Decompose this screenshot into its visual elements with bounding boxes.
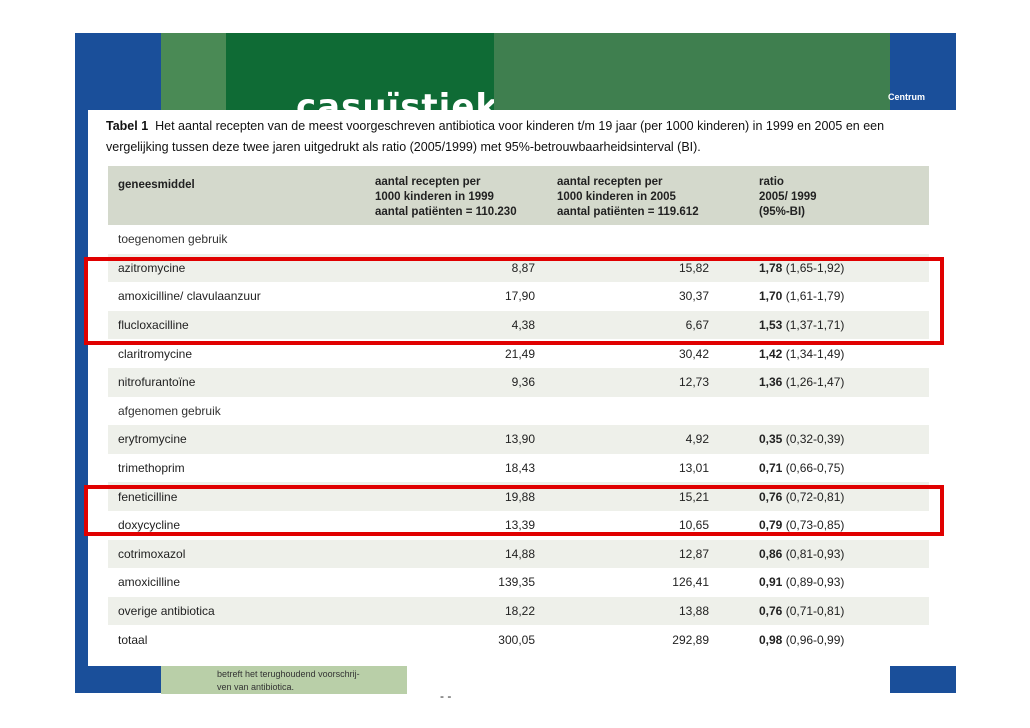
value-1999: 18,22 <box>504 604 535 619</box>
header-2005-line: 1000 kinderen in 2005 <box>557 191 676 203</box>
background-text-fragment: - - <box>440 689 452 703</box>
header-2005: aantal recepten per 1000 kinderen in 200… <box>547 166 749 225</box>
ratio-ci: (0,32-0,39) <box>785 432 845 447</box>
ratio-cell: 0,86 (0,81-0,93) <box>749 540 929 569</box>
table-row: cotrimoxazol 14,88 12,87 0,86 (0,81-0,93… <box>108 539 929 569</box>
header-1999-line: aantal recepten per <box>375 176 481 188</box>
ratio-value: 0,76 <box>759 604 783 619</box>
ratio-ci: (1,26-1,47) <box>785 375 845 390</box>
section-label: afgenomen gebruik <box>118 403 221 418</box>
ratio-cell: 1,36 (1,26-1,47) <box>749 368 929 397</box>
background-centrum-label: Centrum <box>888 92 926 102</box>
ratio-ci: (0,81-0,93) <box>785 546 845 561</box>
table-row: erytromycine 13,90 4,92 0,35 (0,32-0,39) <box>108 425 929 454</box>
ratio-cell: 0,91 (0,89-0,93) <box>749 568 929 597</box>
table-row: trimethoprim 18,43 13,01 0,71 (0,66-0,75… <box>108 453 929 483</box>
background-header-word: casuïstiek <box>296 87 494 110</box>
value-1999: 9,36 <box>511 375 535 390</box>
value-2005: 4,92 <box>685 432 709 447</box>
table-caption: Tabel 1 Het aantal recepten van de meest… <box>106 116 946 158</box>
value-2005: 13,01 <box>678 461 709 476</box>
ratio-value: 1,42 <box>759 346 783 361</box>
value-1999: 14,88 <box>504 546 535 561</box>
antibiotics-table: geneesmiddel aantal recepten per 1000 ki… <box>108 166 929 654</box>
drug-name: amoxicilline <box>118 575 181 590</box>
background-note: betreft het terughoudend voorschrij- ven… <box>217 668 360 694</box>
background-note-line: ven van antibiotica. <box>217 682 295 692</box>
drug-name: trimethoprim <box>118 461 185 476</box>
value-1999: 18,43 <box>504 461 535 476</box>
value-2005: 13,88 <box>678 604 709 619</box>
ratio-ci: (1,34-1,49) <box>785 346 845 361</box>
background-header-banner: casuïstiek <box>226 33 494 110</box>
ratio-cell: 0,35 (0,32-0,39) <box>749 425 929 454</box>
section-label: toegenomen gebruik <box>118 232 228 247</box>
highlight-box-increased <box>84 257 944 345</box>
ratio-value: 0,91 <box>759 575 783 590</box>
header-1999-line: aantal patiënten = 110.230 <box>375 206 517 218</box>
header-1999: aantal recepten per 1000 kinderen in 199… <box>365 166 547 225</box>
background-green-band-mid <box>494 33 890 110</box>
value-2005: 126,41 <box>672 575 709 590</box>
ratio-cell: 0,98 (0,96-0,99) <box>749 625 929 654</box>
ratio-ci: (0,96-0,99) <box>785 632 845 647</box>
drug-name: nitrofurantoïne <box>118 375 196 390</box>
ratio-value: 0,71 <box>759 461 783 476</box>
value-2005: 12,87 <box>678 546 709 561</box>
header-2005-line: aantal recepten per <box>557 176 663 188</box>
header-drug-label: geneesmiddel <box>118 179 195 191</box>
table-caption-label: Tabel 1 <box>106 119 149 133</box>
value-1999: 139,35 <box>498 575 535 590</box>
header-drug: geneesmiddel <box>108 166 365 225</box>
header-ratio: ratio 2005/ 1999 (95%-BI) <box>749 166 929 225</box>
drug-name: overige antibiotica <box>118 604 215 619</box>
table-row: nitrofurantoïne 9,36 12,73 1,36 (1,26-1,… <box>108 367 929 397</box>
ratio-value: 1,36 <box>759 375 783 390</box>
background-note-line: betreft het terughoudend voorschrij- <box>217 669 360 679</box>
section-row-increased: toegenomen gebruik <box>108 225 929 254</box>
ratio-cell: 0,76 (0,71-0,81) <box>749 597 929 626</box>
table-row-total: totaal 300,05 292,89 0,98 (0,96-0,99) <box>108 625 929 654</box>
drug-name: erytromycine <box>118 432 187 447</box>
header-ratio-line: 2005/ 1999 <box>759 191 817 203</box>
header-ratio-line: ratio <box>759 176 784 188</box>
ratio-value: 0,98 <box>759 632 783 647</box>
drug-name: cotrimoxazol <box>118 546 186 561</box>
ratio-ci: (0,66-0,75) <box>785 461 845 476</box>
table-card: Tabel 1 Het aantal recepten van de meest… <box>88 110 956 666</box>
drug-name: totaal <box>118 632 148 647</box>
ratio-value: 0,35 <box>759 432 783 447</box>
ratio-value: 0,86 <box>759 546 783 561</box>
section-row-decreased: afgenomen gebruik <box>108 396 929 426</box>
ratio-ci: (0,71-0,81) <box>785 604 845 619</box>
table-row: amoxicilline 139,35 126,41 0,91 (0,89-0,… <box>108 568 929 597</box>
ratio-cell: 0,71 (0,66-0,75) <box>749 454 929 483</box>
background-note-box: betreft het terughoudend voorschrij- ven… <box>161 666 407 694</box>
value-1999: 13,90 <box>504 432 535 447</box>
highlight-box-feneticilline <box>84 485 944 536</box>
header-ratio-line: (95%-BI) <box>759 206 806 218</box>
value-2005: 292,89 <box>672 632 709 647</box>
value-2005: 12,73 <box>678 375 709 390</box>
value-1999: 300,05 <box>498 632 535 647</box>
table-row: overige antibiotica 18,22 13,88 0,76 (0,… <box>108 596 929 626</box>
table-caption-text: Het aantal recepten van de meest voorges… <box>106 119 885 154</box>
header-1999-line: 1000 kinderen in 1999 <box>375 191 494 203</box>
header-2005-line: aantal patiënten = 119.612 <box>557 206 699 218</box>
table-header-row: geneesmiddel aantal recepten per 1000 ki… <box>108 166 929 225</box>
ratio-ci: (0,89-0,93) <box>785 575 845 590</box>
